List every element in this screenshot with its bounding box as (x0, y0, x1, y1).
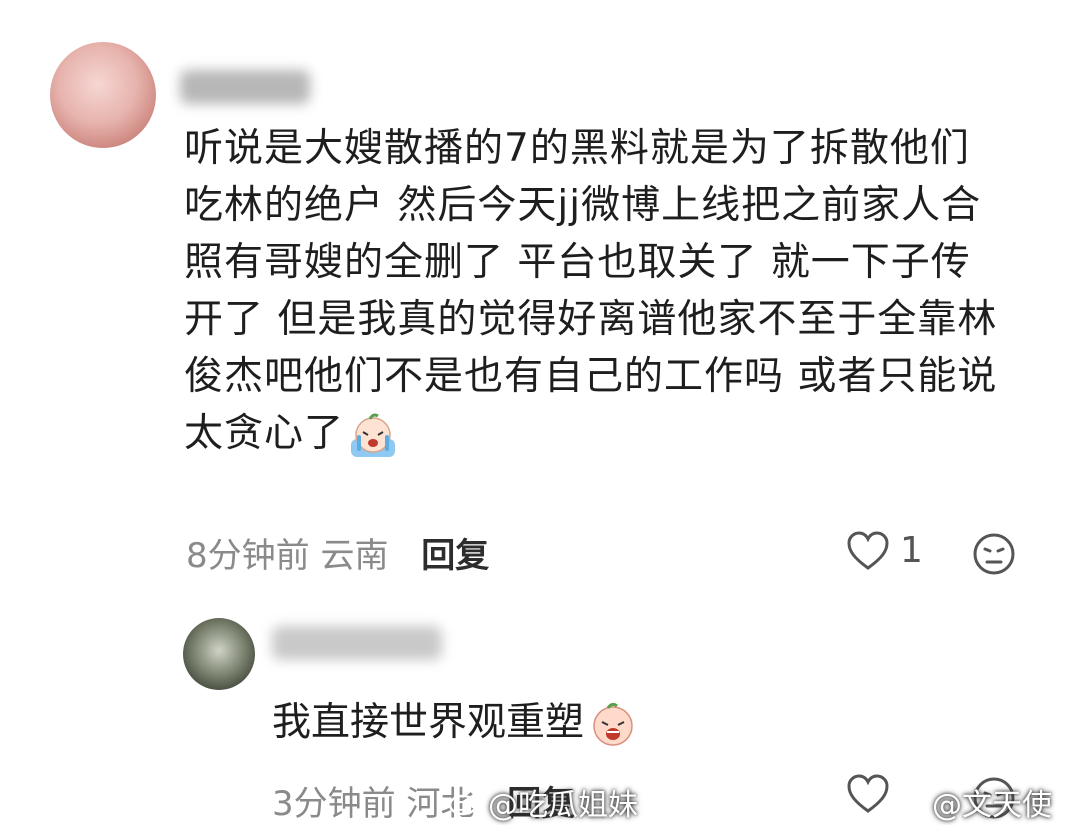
comment-line: 吃林的绝户 然后今天jj微博上线把之前家人合 (184, 183, 982, 228)
crying-emoji-icon (351, 413, 396, 457)
username-blurred[interactable] (272, 626, 442, 660)
username-blurred[interactable] (180, 70, 310, 104)
emoji-reaction-icon[interactable] (972, 532, 1016, 576)
like-count: 1 (900, 530, 923, 571)
comment-line: 照有哥嫂的全删了 平台也取关了 就一下子传 (184, 240, 971, 285)
comment-text: 听说是大嫂散播的7的黑料就是为了拆散他们 吃林的绝户 然后今天jj微博上线把之前… (184, 120, 1044, 462)
comment-line: 开了 但是我真的觉得好离谱他家不至于全靠林 (184, 297, 998, 342)
crying-emoji-icon (593, 702, 633, 746)
like-button[interactable] (846, 774, 890, 814)
comment-meta: 8分钟前 云南 回复 (186, 528, 489, 577)
timestamp: 3分钟前 (272, 784, 396, 824)
avatar[interactable] (50, 42, 156, 148)
reply-button[interactable]: 回复 (421, 536, 489, 576)
watermark: @吃瓜姐妹 (448, 780, 638, 824)
comment-line: 听说是大嫂散播的7的黑料就是为了拆散他们 (184, 126, 970, 171)
weibo-logo-icon (448, 790, 481, 816)
avatar[interactable] (183, 618, 255, 690)
reply-text: 我直接世界观重塑 (272, 700, 585, 745)
like-button[interactable]: 1 (846, 530, 923, 571)
comment-line: 俊杰吧他们不是也有自己的工作吗 或者只能说 (184, 354, 998, 399)
weibo-logo-icon (892, 790, 925, 816)
timestamp: 8分钟前 (186, 536, 310, 576)
reply-comment-text: 我直接世界观重塑 (272, 694, 872, 751)
location: 云南 (320, 536, 389, 576)
heart-icon (847, 530, 889, 570)
watermark-text: @文天使 (932, 788, 1052, 823)
comment-line: 太贪心了 (184, 405, 1044, 462)
watermark: @文天使 (892, 780, 1052, 824)
watermark-text: @吃瓜姐妹 (488, 788, 638, 823)
heart-icon (847, 774, 889, 813)
comment-line-text: 太贪心了 (184, 411, 345, 456)
